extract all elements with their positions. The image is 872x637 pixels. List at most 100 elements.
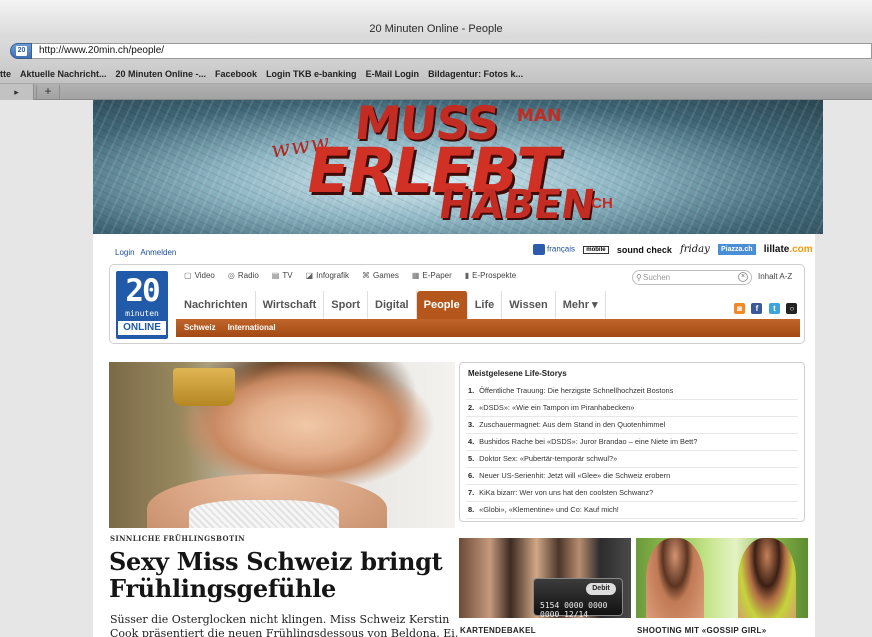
nav-tab[interactable]: Mehr ▾ (556, 291, 606, 319)
toplink-item[interactable]: ◪ Infografik (306, 271, 349, 280)
most-read-rank: 2. (468, 403, 475, 412)
most-read-list: 1. Öffentliche Trauung: Die herzigste Sch… (466, 383, 798, 519)
main-nav: Nachrichten Wirtschaft Sport Digital People L… (177, 291, 606, 319)
hero-lamp-shape (173, 368, 235, 406)
site-identity-button[interactable]: 20 (10, 43, 32, 59)
subnav-item[interactable]: Schweiz (184, 323, 216, 332)
most-read-item[interactable]: 5. Doktor Sex: «Pubertär-temporär schwul?… (466, 451, 798, 468)
twitter-icon[interactable]: t (768, 303, 780, 314)
teaser-figure-2 (738, 538, 796, 618)
toplink-item[interactable]: ▦ E-Paper (412, 271, 452, 280)
article-teaser: Süsser die Osterglocken nicht klingen. M… (110, 613, 459, 637)
most-read-item[interactable]: 4. Bushidos Rache bei «DSDS»: Juror Brand… (466, 434, 798, 451)
social-links: ◙ f t ○ (732, 298, 798, 316)
index-link[interactable]: Inhalt A-Z (758, 272, 792, 281)
nav-tab[interactable]: People (416, 291, 468, 319)
toplink-item[interactable]: ▮ E-Prospekte (465, 271, 516, 280)
search-input[interactable]: Suchen (643, 273, 670, 282)
toplink-label: Radio (237, 271, 259, 280)
toplink-item[interactable]: ▤ TV (272, 271, 293, 280)
article-headline[interactable]: Sexy Miss Schweiz bringt Frühlingsgefühl… (109, 548, 459, 602)
bookmark-item[interactable]: Bildagentur: Fotos k... (428, 69, 523, 79)
partner-lilate[interactable]: lillate.com (764, 244, 813, 255)
nav-tab[interactable]: Wissen (502, 291, 556, 319)
partner-lilate-suffix: .com (789, 244, 813, 255)
most-read-title-text: Doktor Sex: «Pubertär-temporär schwul?» (479, 454, 618, 463)
most-read-item[interactable]: 1. Öffentliche Trauung: Die herzigste Sch… (466, 383, 798, 400)
toplink-label: Video (194, 271, 215, 280)
favicon-icon: 20 (16, 46, 27, 56)
partner-mobile[interactable]: mobile (583, 245, 609, 254)
toplink-label: Games (373, 271, 399, 280)
nav-tab[interactable]: Wirtschaft (256, 291, 325, 319)
toplink-item[interactable]: ◎ Radio (228, 271, 259, 280)
toplink-item[interactable]: ▢ Video (184, 271, 215, 280)
clear-search-icon[interactable]: × (738, 272, 748, 282)
teaser-image-2[interactable] (636, 538, 808, 618)
most-read-rank: 3. (468, 420, 475, 429)
card-number: 5154 0000 0000 0000 12/14 (540, 601, 608, 618)
bookmark-item[interactable]: Login TKB e-banking (266, 69, 357, 79)
most-read-title-text: Bushidos Rache bei «DSDS»: Juror Brandao… (479, 437, 698, 446)
tab-bar: ▸ + (0, 84, 872, 100)
toplink-item[interactable]: ⌘ Games (362, 271, 399, 280)
most-read-rank: 1. (468, 386, 475, 395)
register-link[interactable]: Anmelden (140, 248, 176, 257)
teaser-figure-1 (646, 538, 704, 618)
partner-links: français mobile sound check friday Piazz… (533, 244, 819, 260)
partner-soundcheck[interactable]: sound check (617, 245, 672, 255)
most-read-rank: 8. (468, 505, 475, 514)
logo-number: 20 (125, 273, 160, 309)
toplink-label: E-Paper (422, 271, 452, 280)
bookmark-item[interactable]: Aktuelle Nachricht... (20, 69, 107, 79)
partner-piazza[interactable]: Piazza.ch (718, 244, 756, 255)
rss-icon[interactable]: ◙ (734, 303, 745, 314)
partner-francais-label: français (547, 244, 576, 254)
epaper-icon: ▦ (411, 271, 420, 280)
subnav-item[interactable]: International (228, 323, 276, 332)
search-box[interactable]: ⚲ Suchen × (632, 270, 752, 285)
partner-friday[interactable]: friday (680, 244, 710, 255)
teaser-image-1[interactable]: Debit 5154 0000 0000 0000 12/14 (459, 538, 631, 618)
nav-tab[interactable]: Nachrichten (177, 291, 256, 319)
most-read-title-text: Zuschauermagnet: Aus dem Stand in den Qu… (479, 420, 666, 429)
most-read-title-text: Neuer US-Serienhit: Jetzt will «Glee» di… (479, 471, 671, 480)
logo-online: ONLINE (118, 321, 166, 335)
bookmark-item[interactable]: E-Mail Login (366, 69, 420, 79)
facebook-icon[interactable]: f (751, 303, 763, 314)
toplink-label: TV (282, 271, 293, 280)
most-read-item[interactable]: 7. KiKa bizarr: Wer von uns hat den cools… (466, 485, 798, 502)
bookmark-item[interactable]: 20 Minuten Online -... (116, 69, 207, 79)
bookmark-item[interactable]: Facebook (215, 69, 257, 79)
most-read-title-text: Öffentliche Trauung: Die herzigste Schne… (479, 386, 674, 395)
teaser-label-2[interactable]: SHOOTING MIT «GOSSIP GIRL» (637, 626, 766, 635)
web-page: www. MUSS MAN ERLEBT HABEN .CH Login Anm… (93, 100, 823, 637)
share-icon[interactable]: ○ (786, 303, 798, 314)
ad-banner[interactable]: www. MUSS MAN ERLEBT HABEN .CH (93, 100, 823, 234)
nav-tab[interactable]: Digital (368, 291, 417, 319)
new-tab-button[interactable]: + (36, 85, 60, 99)
radio-icon: ◎ (227, 271, 235, 280)
site-logo[interactable]: 20 minuten ONLINE (116, 271, 168, 339)
tab-overflow-icon[interactable]: ▸ (0, 84, 34, 100)
window-titlebar: 20 Minuten Online - People (0, 0, 872, 38)
most-read-item[interactable]: 3. Zuschauermagnet: Aus dem Stand in den … (466, 417, 798, 434)
video-icon: ▢ (184, 271, 192, 280)
most-read-item[interactable]: 6. Neuer US-Serienhit: Jetzt will «Glee» … (466, 468, 798, 485)
games-icon: ⌘ (362, 271, 371, 280)
most-read-item[interactable]: 2. «DSDS»: «Wie ein Tampon im Piranhabeck… (466, 400, 798, 417)
browser-window: 20 Minuten Online - People 20 http://www… (0, 0, 872, 637)
hero-lace-shape (189, 500, 339, 528)
url-field[interactable]: http://www.20min.ch/people/ (32, 43, 872, 59)
most-read-item[interactable]: 8. «Globi», «Klementine» und Co: Kauf mic… (466, 502, 798, 519)
tv-icon: ▤ (271, 271, 280, 280)
login-link[interactable]: Login (115, 248, 135, 257)
hero-image[interactable] (109, 362, 455, 528)
window-title: 20 Minuten Online - People (369, 23, 503, 35)
nav-tab[interactable]: Sport (324, 291, 368, 319)
bookmark-item[interactable]: tte (0, 69, 11, 79)
partner-francais[interactable]: français (533, 244, 575, 255)
account-links: Login Anmelden (115, 248, 180, 257)
teaser-label-1[interactable]: KARTENDEBAKEL (460, 626, 536, 635)
nav-tab[interactable]: Life (468, 291, 503, 319)
